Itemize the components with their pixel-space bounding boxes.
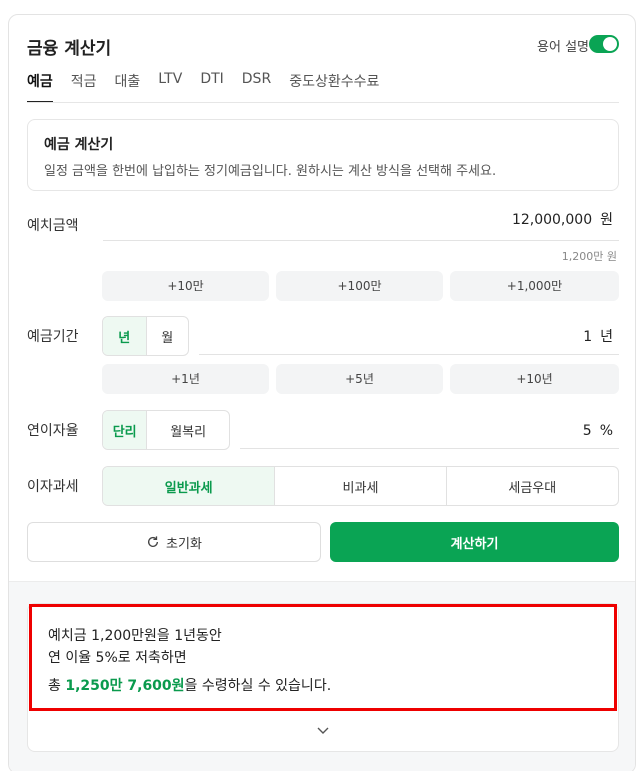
rate-input[interactable]: 5% [240,413,619,449]
period-label: 예금기간 [27,329,79,345]
tax-label: 이자과세 [27,479,79,495]
deposit-amount-input[interactable]: 12,000,000 원 [103,205,619,241]
deposit-value: 12,000,000 [511,212,593,228]
tab-prepayment-fee[interactable]: 중도상환수수료 [289,71,379,103]
page-title: 금융 계산기 [27,39,112,59]
tax-preferential[interactable]: 세금우대 [445,467,618,505]
calculate-button[interactable]: 계산하기 [330,522,619,562]
period-unit-year[interactable]: 년 [103,317,146,355]
deposit-unit: 원 [600,212,613,228]
chevron-down-icon[interactable] [315,722,331,738]
add-5-years-button[interactable]: +5년 [276,364,443,394]
info-box: 예금 계산기 일정 금액을 한번에 납입하는 정기예금입니다. 원하시는 계산 … [27,119,619,191]
interest-type-selector: 단리 월복리 [102,410,230,450]
period-value: 1 [583,329,593,345]
result-suffix: 을 수령하실 수 있습니다. [184,678,332,694]
period-unit-month[interactable]: 월 [145,317,189,355]
tab-divider [27,102,619,103]
reset-label: 초기화 [166,536,202,552]
info-description: 일정 금액을 한번에 납입하는 정기예금입니다. 원하시는 계산 방식을 선택해… [44,164,497,179]
result-line-2: 연 이율 5%로 저축하면 [48,650,187,666]
rate-unit: % [599,423,613,439]
result-highlight: 예치금 1,200만원을 1년동안 연 이율 5%로 저축하면 총 1,250만… [29,604,617,711]
add-100k-button[interactable]: +10만 [102,271,269,301]
refresh-icon [148,536,159,547]
glossary-toggle[interactable] [589,35,619,53]
period-unit: 년 [600,329,613,345]
add-10m-button[interactable]: +1,000만 [450,271,619,301]
result-line-3: 총 1,250만 7,600원을 수령하실 수 있습니다. [48,675,598,697]
deposit-hint: 1,200만 원 [561,250,617,263]
result-prefix: 총 [48,678,66,694]
tab-dti[interactable]: DTI [200,71,223,103]
interest-simple[interactable]: 단리 [103,411,147,449]
info-title: 예금 계산기 [44,137,114,153]
calculator-tabs: 예금 적금 대출 LTV DTI DSR 중도상환수수료 [27,71,397,103]
rate-label: 연이자율 [27,423,79,439]
rate-value: 5 [582,423,592,439]
add-1m-button[interactable]: +100만 [276,271,443,301]
tab-dsr[interactable]: DSR [242,71,271,103]
result-line-1: 예치금 1,200만원을 1년동안 [48,628,222,644]
tax-type-selector: 일반과세 비과세 세금우대 [102,466,619,506]
tax-general[interactable]: 일반과세 [103,467,275,505]
add-10-years-button[interactable]: +10년 [450,364,619,394]
tab-loan[interactable]: 대출 [115,71,141,103]
interest-monthly-compound[interactable]: 월복리 [146,411,229,449]
result-amount: 1,250만 7,600원 [65,678,185,694]
period-unit-selector: 년 월 [102,316,189,356]
toggle-knob [603,37,617,51]
calculator-card: 금융 계산기 용어 설명 예금 적금 대출 LTV DTI DSR 중도상환수수… [8,14,636,771]
glossary-label: 용어 설명 [537,40,589,55]
add-1-year-button[interactable]: +1년 [102,364,269,394]
tab-ltv[interactable]: LTV [158,71,182,103]
tab-savings[interactable]: 적금 [71,71,97,103]
tax-exempt[interactable]: 비과세 [274,467,445,505]
period-input[interactable]: 1년 [199,319,619,355]
tab-deposit[interactable]: 예금 [27,71,53,103]
reset-button[interactable]: 초기화 [27,522,321,562]
deposit-label: 예치금액 [27,218,79,234]
